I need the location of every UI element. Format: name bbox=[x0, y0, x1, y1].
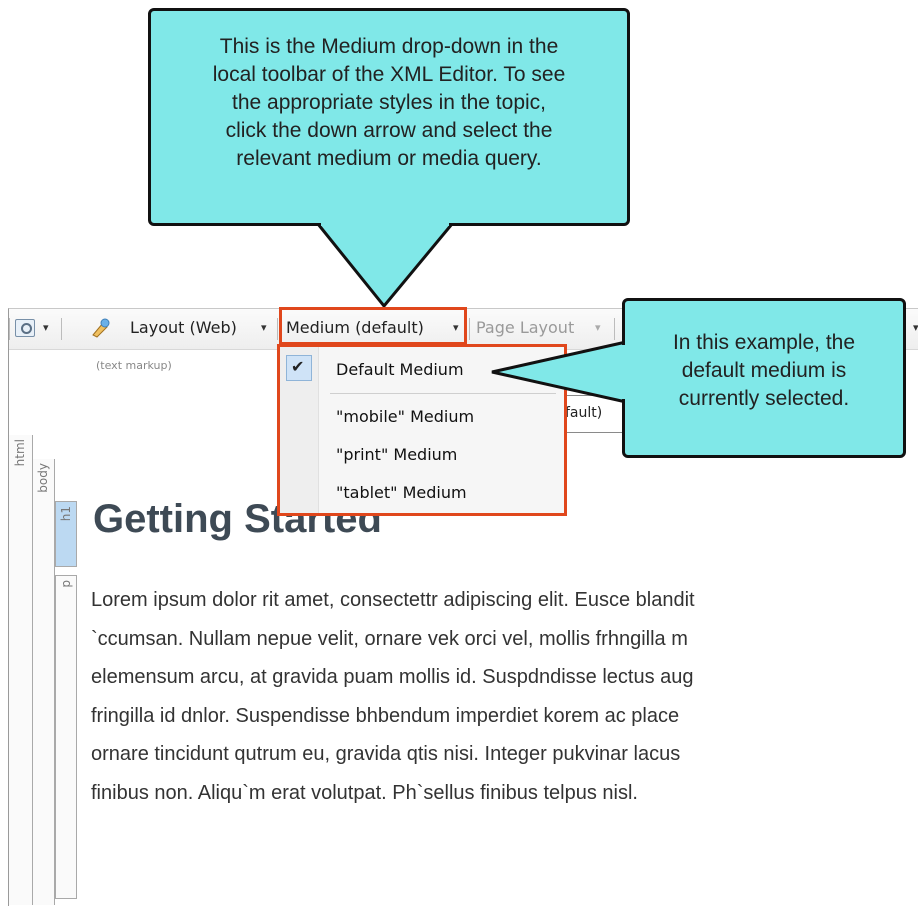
callout-right-join bbox=[620, 345, 628, 399]
